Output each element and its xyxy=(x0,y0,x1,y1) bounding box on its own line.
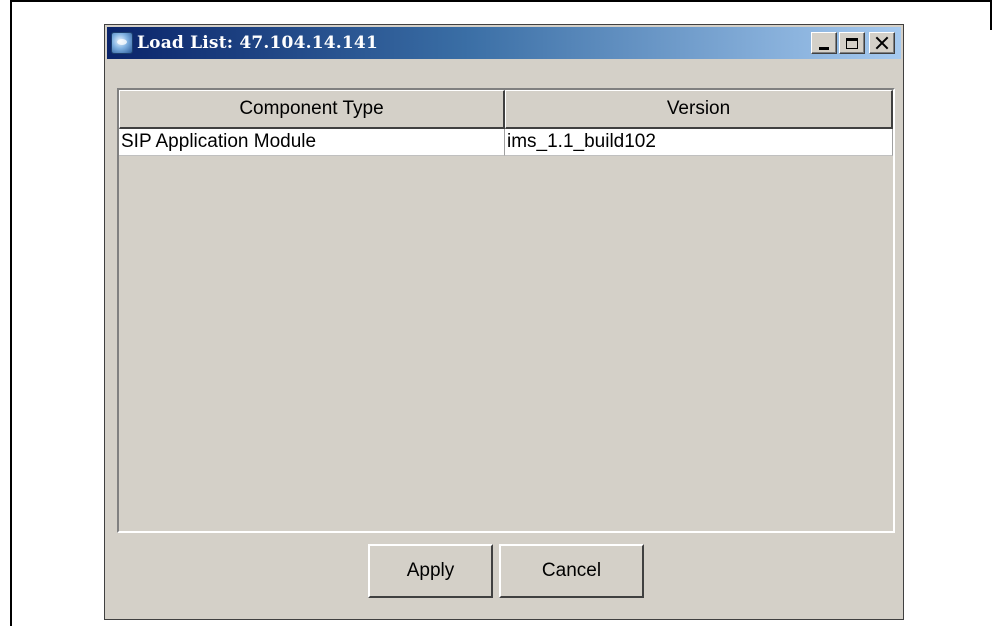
title-bar-controls xyxy=(811,32,895,54)
load-list-window: Load List: 47.104.14.141 Component Type … xyxy=(104,24,904,620)
cancel-button[interactable]: Cancel xyxy=(499,544,644,598)
app-icon xyxy=(111,32,133,54)
maximize-icon xyxy=(846,37,858,49)
page-frame-left xyxy=(10,0,12,626)
window-title: Load List: 47.104.14.141 xyxy=(137,33,378,53)
table-row[interactable]: SIP Application Module ims_1.1_build102 xyxy=(119,129,893,156)
minimize-button[interactable] xyxy=(811,32,837,54)
column-header-version[interactable]: Version xyxy=(505,90,893,129)
maximize-button[interactable] xyxy=(839,32,865,54)
page-frame-right xyxy=(990,0,992,30)
minimize-icon xyxy=(819,46,829,50)
load-list-table: Component Type Version SIP Application M… xyxy=(117,88,895,533)
title-bar[interactable]: Load List: 47.104.14.141 xyxy=(107,27,901,59)
column-header-component-type[interactable]: Component Type xyxy=(119,90,505,129)
apply-button[interactable]: Apply xyxy=(368,544,493,598)
cell-version[interactable]: ims_1.1_build102 xyxy=(505,129,893,156)
close-icon xyxy=(875,36,889,50)
page-frame-top xyxy=(10,0,992,2)
table-header: Component Type Version xyxy=(119,90,893,129)
close-button[interactable] xyxy=(869,32,895,54)
cell-component-type[interactable]: SIP Application Module xyxy=(119,129,505,156)
